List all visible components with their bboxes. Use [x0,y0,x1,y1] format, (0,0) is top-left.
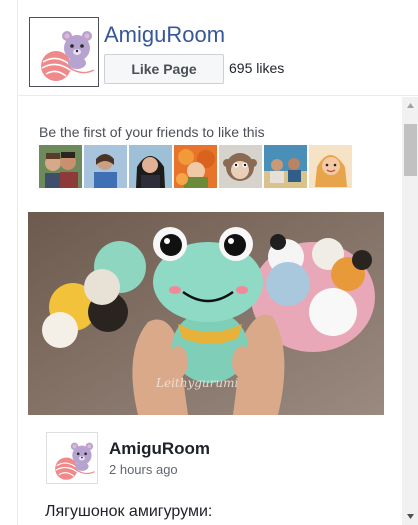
like-page-button[interactable]: Like Page [104,54,224,84]
scroll-up-arrow-icon[interactable] [402,97,418,114]
photo-watermark: Leithygurumi [156,376,239,390]
likes-count: 695 likes [229,60,285,76]
friend-avatar[interactable] [219,145,262,188]
page-name-link[interactable]: AmiguRoom [104,22,225,48]
amiguroom-logo-icon [30,18,98,86]
vertical-scrollbar[interactable] [402,97,418,525]
page-avatar[interactable] [29,17,99,87]
facebook-page-widget: AmiguRoom Like Page 695 likes Be the fir… [17,0,418,525]
post-timestamp[interactable]: 2 hours ago [109,462,178,477]
post-photo[interactable]: Leithygurumi [28,212,384,415]
post-text: Лягушонок амигуруми: [45,503,213,520]
friend-avatar[interactable] [39,145,82,188]
post-author-avatar[interactable] [46,432,98,484]
like-page-button-label: Like Page [131,61,197,77]
post-author-name[interactable]: AmiguRoom [109,439,210,459]
scrollbar-thumb[interactable] [404,124,417,176]
timeline-content: Be the first of your friends to like thi… [18,97,402,525]
friends-prompt: Be the first of your friends to like thi… [39,124,265,140]
friend-avatar[interactable] [174,145,217,188]
scroll-down-arrow-icon[interactable] [402,508,418,525]
page-header: AmiguRoom Like Page 695 likes [18,0,418,96]
friend-avatar[interactable] [264,145,307,188]
amiguroom-logo-icon [47,433,97,483]
friend-avatar[interactable] [129,145,172,188]
friend-avatar[interactable] [84,145,127,188]
friend-avatar[interactable] [309,145,352,188]
friend-avatars-row [39,145,352,188]
